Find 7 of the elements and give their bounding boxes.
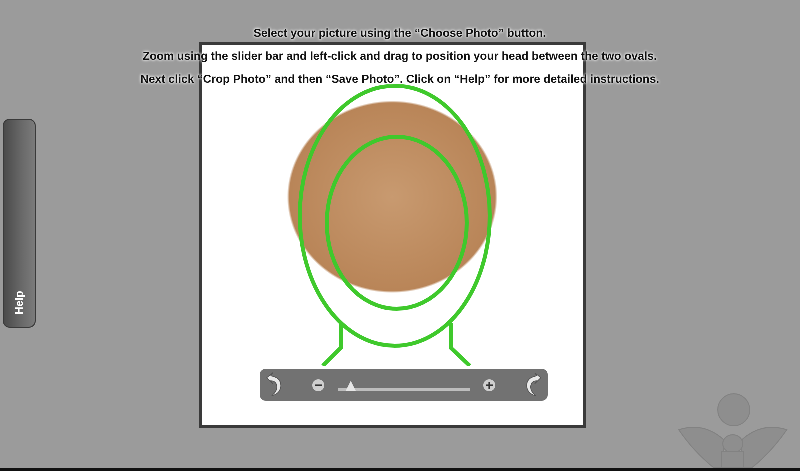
slider-thumb[interactable]: [346, 381, 356, 391]
minus-icon: [312, 378, 325, 392]
instruction-text: Select your picture using the “Choose Photo” button.: [254, 27, 546, 42]
zoom-out-button[interactable]: [312, 378, 325, 392]
help-tab[interactable]: Help: [3, 119, 36, 328]
plus-icon: [483, 378, 496, 392]
zoom-in-button[interactable]: [483, 378, 496, 392]
